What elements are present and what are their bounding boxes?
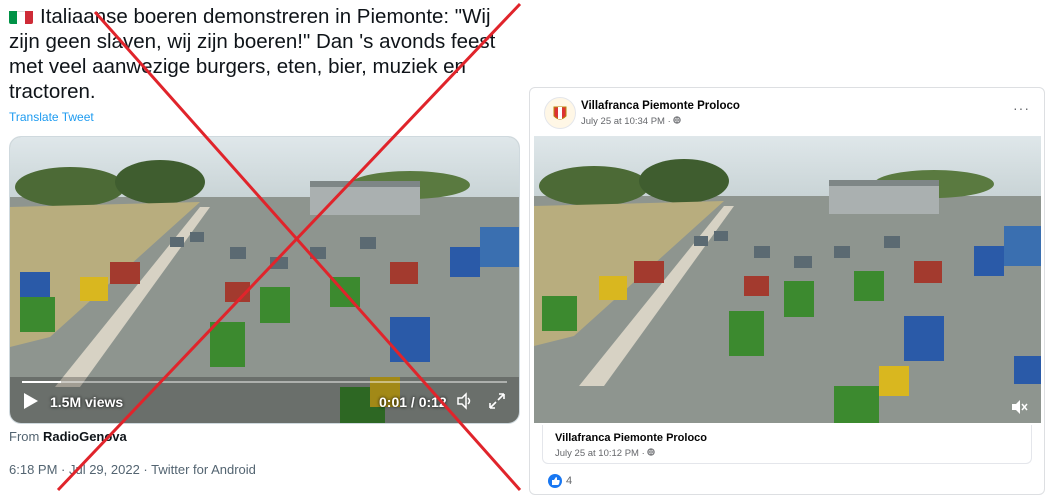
translate-tweet-link[interactable]: Translate Tweet [9,110,94,124]
mute-icon[interactable] [1011,399,1029,415]
tweet: Italiaanse boeren demonstreren in Piemon… [0,0,528,493]
video-source: From RadioGenova [9,429,127,444]
video-time: 0:01 / 0:12 [379,394,447,410]
tweet-body: Italiaanse boeren demonstreren in Piemon… [9,5,496,103]
tweet-meta: 6:18 PM · Jul 29, 2022 · Twitter for And… [9,462,256,477]
globe-icon [647,448,656,456]
fullscreen-icon[interactable] [488,392,506,410]
volume-icon[interactable] [456,392,474,410]
video-card[interactable]: Villafranca Piemonte Proloco July 25 at … [542,425,1032,464]
view-count: 1.5M views [50,394,124,410]
card-time: July 25 at 10:12 PM · [555,448,656,459]
tweet-text: Italiaanse boeren demonstreren in Piemon… [9,4,514,104]
video-frame-image [534,136,1041,423]
italy-flag-icon [9,8,33,24]
globe-icon [673,116,682,124]
from-prefix: From [9,429,40,444]
reaction-count[interactable]: 4 [566,475,572,487]
page-name[interactable]: Villafranca Piemonte Proloco [581,100,740,112]
tweet-video[interactable]: 1.5M views 0:01 / 0:12 [9,136,520,424]
video-controls: 1.5M views 0:01 / 0:12 [10,379,519,423]
post-time: July 25 at 10:34 PM · [581,116,682,127]
more-options-icon[interactable]: ··· [1013,100,1030,116]
play-icon[interactable] [24,393,38,409]
facebook-video[interactable] [534,136,1041,423]
page-avatar[interactable] [544,97,576,129]
source-account-link[interactable]: RadioGenova [43,429,127,444]
facebook-post: Villafranca Piemonte Proloco July 25 at … [529,87,1045,495]
video-progress-bar[interactable] [22,381,507,383]
proloco-logo-icon [546,99,574,127]
card-page-name[interactable]: Villafranca Piemonte Proloco [555,432,707,444]
like-reaction-icon[interactable] [548,474,562,488]
